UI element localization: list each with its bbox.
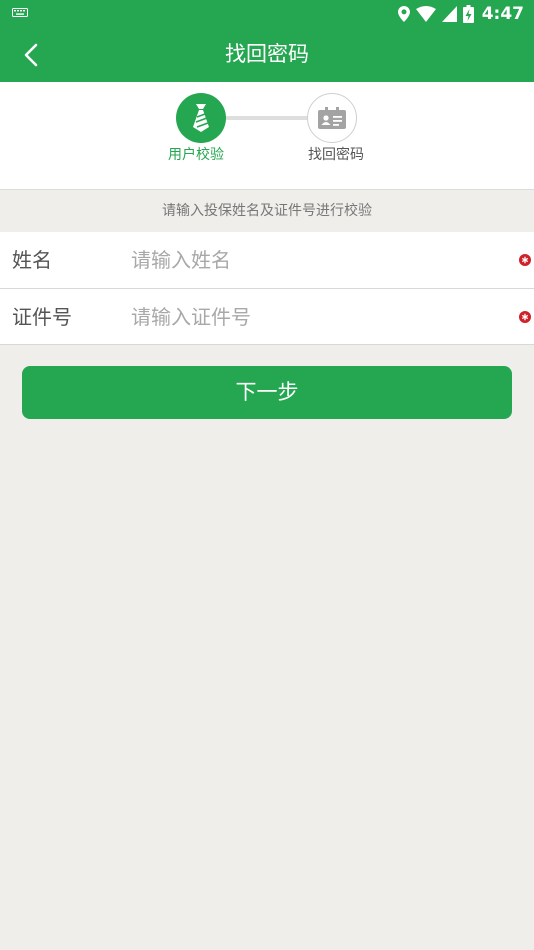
required-icon (519, 254, 531, 266)
form-hint: 请输入投保姓名及证件号进行校验 (162, 203, 372, 219)
page-title: 找回密码 (225, 42, 309, 66)
step-indicator: 用户校验 找回密码 (0, 82, 534, 190)
step-2-circle (307, 93, 357, 143)
name-label: 姓名 (12, 248, 52, 272)
keyboard-icon (12, 8, 28, 17)
step-1-circle (176, 93, 226, 143)
location-icon (397, 5, 410, 22)
name-input[interactable] (131, 240, 491, 280)
tie-icon (193, 104, 209, 132)
verification-form: 姓名 证件号 (0, 232, 534, 345)
step-2-label: 找回密码 (308, 147, 364, 163)
id-card-icon (318, 107, 346, 129)
status-bar: 4:47 (0, 0, 534, 27)
next-step-button[interactable]: 下一步 (22, 366, 512, 419)
step-connector (225, 116, 310, 120)
status-icons: 4:47 (397, 3, 524, 24)
battery-charging-icon (462, 4, 474, 23)
name-row: 姓名 (0, 232, 534, 288)
signal-icon (441, 5, 457, 22)
step-1-label: 用户校验 (168, 147, 224, 163)
id-number-input[interactable] (131, 297, 491, 337)
id-number-label: 证件号 (12, 305, 72, 329)
required-icon (519, 311, 531, 323)
id-number-row: 证件号 (0, 288, 534, 344)
wifi-icon (415, 5, 436, 22)
status-time: 4:47 (481, 3, 524, 24)
app-bar: 找回密码 (0, 27, 534, 82)
